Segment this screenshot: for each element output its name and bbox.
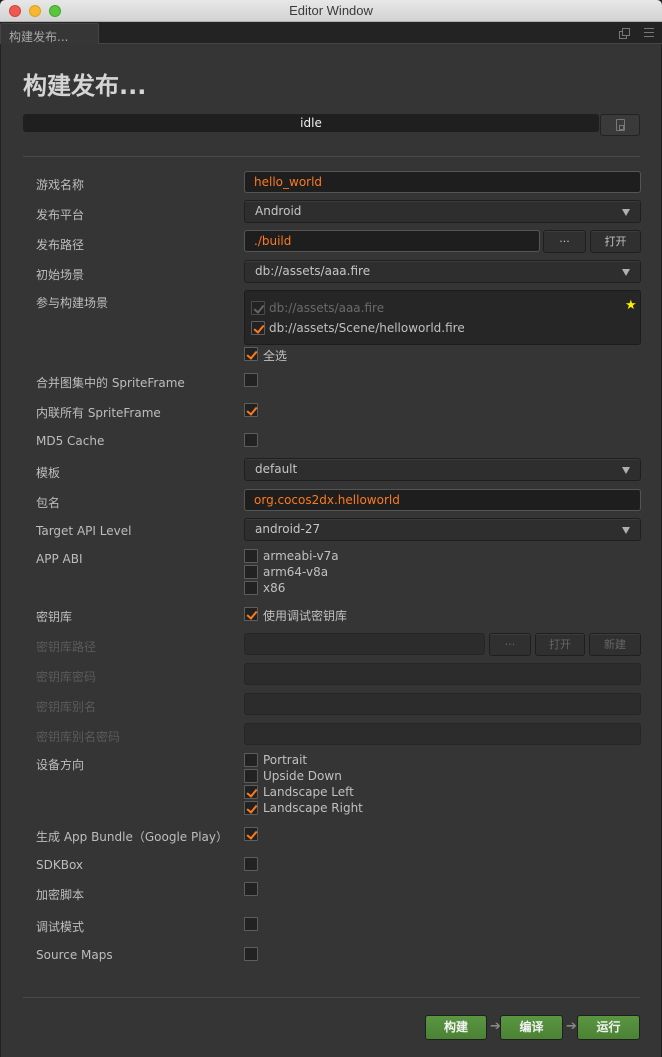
scene-checkbox-aaa[interactable]	[251, 301, 265, 315]
package-name-label: 包名	[36, 496, 61, 510]
sdkbox-label: SDKBox	[36, 858, 84, 872]
window-titlebar: Editor Window	[0, 0, 662, 22]
start-scene-value: db://assets/aaa.fire	[255, 264, 371, 278]
merge-spriteframe-label: 合并图集中的 SpriteFrame	[36, 376, 185, 390]
keystore-alias-password-input[interactable]	[244, 723, 641, 745]
keystore-new-button[interactable]: 新建	[589, 633, 641, 656]
keystore-alias-label: 密钥库别名	[36, 700, 97, 714]
keystore-alias-password-label: 密钥库别名密码	[36, 730, 121, 744]
debug-mode-label: 调试模式	[36, 920, 85, 934]
source-maps-label: Source Maps	[36, 948, 113, 962]
scene-item-helloworld: db://assets/Scene/helloworld.fire	[269, 321, 465, 335]
orientation-portrait-checkbox[interactable]	[244, 753, 258, 767]
build-button[interactable]: 构建	[425, 1015, 487, 1040]
dropdown-caret-icon	[622, 269, 630, 276]
orientation-label: 设备方向	[36, 758, 85, 772]
use-debug-keystore-checkbox[interactable]	[244, 607, 258, 621]
start-scene-select[interactable]: db://assets/aaa.fire	[244, 260, 641, 283]
orientation-landscape-left-label: Landscape Left	[263, 785, 354, 799]
keystore-browse-button[interactable]: ···	[489, 633, 531, 656]
game-name-input[interactable]: hello_world	[244, 171, 641, 193]
tab-build-publish[interactable]: 构建发布...	[0, 23, 99, 45]
build-path-input[interactable]: ./build	[244, 230, 540, 252]
game-name-label: 游戏名称	[36, 178, 85, 192]
dropdown-caret-icon	[622, 527, 630, 534]
document-icon	[616, 119, 625, 131]
window-title: Editor Window	[289, 3, 373, 18]
scene-list: db://assets/aaa.fire ★ db://assets/Scene…	[244, 290, 641, 345]
divider	[23, 156, 640, 157]
keystore-path-input[interactable]	[244, 633, 485, 655]
abi-armeabi-v7a-checkbox[interactable]	[244, 549, 258, 563]
target-api-value: android-27	[255, 522, 321, 536]
compile-button[interactable]: 编译	[500, 1015, 563, 1040]
orientation-landscape-right-label: Landscape Right	[263, 801, 363, 815]
inline-spriteframe-checkbox[interactable]	[244, 403, 258, 417]
template-value: default	[255, 462, 298, 476]
dropdown-caret-icon	[622, 209, 630, 216]
source-maps-checkbox[interactable]	[244, 947, 258, 961]
menu-icon[interactable]	[644, 28, 654, 37]
keystore-label: 密钥库	[36, 610, 73, 624]
arrow-right-icon: ➔	[566, 1019, 577, 1034]
page-title: 构建发布...	[23, 72, 147, 100]
platform-value: Android	[255, 204, 302, 218]
app-abi-label: APP ABI	[36, 552, 83, 566]
build-path-open-button[interactable]: 打开	[590, 230, 641, 253]
target-api-label: Target API Level	[36, 524, 132, 538]
abi-armeabi-v7a-label: armeabi-v7a	[263, 549, 339, 563]
template-select[interactable]: default	[244, 458, 641, 481]
scene-item-aaa: db://assets/aaa.fire	[269, 301, 385, 315]
orientation-landscape-left-checkbox[interactable]	[244, 785, 258, 799]
scenes-label: 参与构建场景	[36, 296, 109, 310]
keystore-alias-input[interactable]	[244, 693, 641, 715]
orientation-landscape-right-checkbox[interactable]	[244, 801, 258, 815]
orientation-upside-down-checkbox[interactable]	[244, 769, 258, 783]
dropdown-caret-icon	[622, 467, 630, 474]
encrypt-js-label: 加密脚本	[36, 888, 85, 902]
app-bundle-checkbox[interactable]	[244, 827, 258, 841]
sdkbox-checkbox[interactable]	[244, 857, 258, 871]
platform-select[interactable]: Android	[244, 200, 641, 223]
scene-checkbox-helloworld[interactable]	[251, 321, 265, 335]
build-panel: 构建发布... idle 游戏名称 hello_world 发布平台 Andro…	[0, 44, 662, 1057]
select-all-checkbox[interactable]	[244, 347, 258, 361]
divider	[23, 997, 640, 998]
orientation-portrait-label: Portrait	[263, 753, 308, 767]
run-button[interactable]: 运行	[577, 1015, 640, 1040]
build-path-browse-button[interactable]: ···	[543, 230, 586, 253]
md5-cache-checkbox[interactable]	[244, 433, 258, 447]
keystore-password-label: 密钥库密码	[36, 670, 97, 684]
target-api-select[interactable]: android-27	[244, 518, 641, 541]
tab-bar: 构建发布...	[0, 22, 662, 45]
inline-spriteframe-label: 内联所有 SpriteFrame	[36, 406, 161, 420]
popout-icon[interactable]	[619, 28, 630, 39]
md5-cache-label: MD5 Cache	[36, 434, 105, 448]
select-all-label: 全选	[263, 349, 288, 363]
abi-x86-label: x86	[263, 581, 286, 595]
build-status-bar: idle	[23, 114, 599, 132]
abi-arm64-v8a-checkbox[interactable]	[244, 565, 258, 579]
debug-mode-checkbox[interactable]	[244, 917, 258, 931]
app-bundle-label: 生成 App Bundle（Google Play）	[36, 830, 229, 844]
keystore-password-input[interactable]	[244, 663, 641, 685]
abi-x86-checkbox[interactable]	[244, 581, 258, 595]
template-label: 模板	[36, 466, 61, 480]
keystore-path-label: 密钥库路径	[36, 640, 97, 654]
tab-label: 构建发布...	[9, 30, 69, 44]
start-scene-label: 初始场景	[36, 268, 85, 282]
use-debug-keystore-label: 使用调试密钥库	[263, 609, 348, 623]
keystore-open-button[interactable]: 打开	[535, 633, 585, 656]
star-icon: ★	[625, 298, 637, 313]
abi-arm64-v8a-label: arm64-v8a	[263, 565, 329, 579]
encrypt-js-checkbox[interactable]	[244, 882, 258, 896]
orientation-upside-down-label: Upside Down	[263, 769, 342, 783]
platform-label: 发布平台	[36, 208, 85, 222]
merge-spriteframe-checkbox[interactable]	[244, 373, 258, 387]
package-name-input[interactable]: org.cocos2dx.helloworld	[244, 489, 641, 511]
build-path-label: 发布路径	[36, 238, 85, 252]
open-log-button[interactable]	[600, 114, 640, 136]
